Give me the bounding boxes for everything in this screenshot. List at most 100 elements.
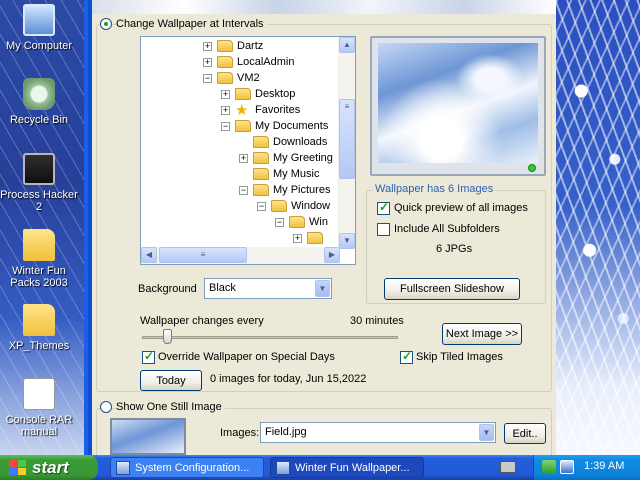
images-select[interactable]: Field.jpg ▼ [260, 422, 496, 443]
tree-item-label: Window [291, 200, 331, 212]
chevron-down-icon[interactable]: ▼ [479, 424, 494, 441]
scroll-h-thumb[interactable]: ≡ [159, 247, 247, 263]
preview-image [378, 43, 538, 163]
task-winter-fun-wallpaper[interactable]: Winter Fun Wallpaper... [270, 457, 424, 478]
collapse-icon[interactable]: − [257, 202, 266, 211]
override-checkbox[interactable] [142, 349, 155, 364]
images-label: Images: [220, 427, 260, 439]
still-image-radio-label: Show One Still Image [116, 401, 225, 413]
interval-value: 30 minutes [350, 315, 404, 327]
folder-icon [217, 40, 233, 52]
chevron-down-icon[interactable]: ▼ [315, 280, 330, 297]
expand-icon[interactable]: + [203, 58, 212, 67]
jpg-count: 6 JPGs [436, 243, 473, 255]
start-button[interactable]: start [0, 455, 98, 480]
folder-icon [307, 232, 323, 244]
collapse-icon[interactable]: − [239, 186, 248, 195]
scroll-down-button[interactable]: ▼ [339, 233, 355, 249]
task-label: System Configuration... [135, 462, 250, 474]
fullscreen-slideshow-button[interactable]: Fullscreen Slideshow [384, 278, 520, 300]
header-image-strip [92, 0, 556, 14]
scroll-right-button[interactable]: ▶ [324, 247, 340, 263]
tree-item-label: My Music [273, 168, 320, 180]
background-label: Background [138, 283, 197, 295]
expand-icon[interactable]: + [221, 106, 230, 115]
tree-item-label: Downloads [273, 136, 328, 148]
recycle-bin-icon [23, 78, 55, 110]
today-button[interactable]: Today [140, 370, 202, 391]
background-select[interactable]: Black ▼ [204, 278, 332, 299]
folder-icon [235, 88, 251, 100]
tree-item-label: LocalAdmin [237, 56, 295, 68]
tree-item-label: Dartz [237, 40, 264, 52]
expand-icon[interactable]: + [221, 90, 230, 99]
folder-tree[interactable]: + Dartz + LocalAdmin − VM2 + Desktop + ★ Favorites… [140, 36, 356, 265]
keyboard-icon[interactable] [500, 461, 516, 473]
collapse-icon[interactable]: − [203, 74, 212, 83]
desktop-icon-process-hacker[interactable]: Process Hacker 2 [0, 153, 78, 213]
tree-horizontal-scrollbar[interactable]: ◀ ≡ ▶ [141, 247, 340, 264]
desktop-icon-xp-themes[interactable]: XP_Themes [0, 304, 78, 352]
scroll-left-button[interactable]: ◀ [141, 247, 157, 263]
interval-slider-thumb[interactable] [163, 329, 172, 344]
desktop-background-right [556, 0, 640, 455]
desktop-icon-label: XP_Themes [8, 340, 70, 352]
desktop-icon-winter-fun-packs[interactable]: Winter Fun Packs 2003 [0, 229, 78, 289]
tree-item-label: Desktop [255, 88, 296, 100]
clock[interactable]: 1:39 AM [584, 460, 624, 472]
image-count-heading: Wallpaper has 6 Images [373, 183, 496, 195]
interval-slider-track[interactable] [142, 336, 398, 339]
desktop-icon-label: Process Hacker 2 [0, 189, 78, 213]
tree-item-label: Favorites [255, 104, 301, 116]
images-value: Field.jpg [265, 426, 307, 438]
tree-vertical-scrollbar[interactable]: ▲ ≡ ▼ [338, 37, 355, 249]
folder-icon [235, 120, 251, 132]
expand-icon[interactable]: + [293, 234, 302, 243]
background-value: Black [209, 282, 236, 294]
still-image-thumbnail [110, 418, 186, 455]
network-icon[interactable] [542, 460, 556, 474]
scroll-thumb[interactable]: ≡ [339, 99, 355, 179]
interval-radio-label: Change Wallpaper at Intervals [116, 18, 267, 30]
desktop-icon-label: Console RAR manual [5, 414, 73, 438]
system-tray: 1:39 AM [533, 455, 640, 480]
folder-icon [253, 152, 269, 164]
scroll-up-button[interactable]: ▲ [339, 37, 355, 53]
still-image-radio[interactable] [100, 401, 112, 413]
collapse-icon[interactable]: − [221, 122, 230, 131]
skip-tiled-checkbox[interactable] [400, 349, 413, 364]
override-label: Override Wallpaper on Special Days [158, 351, 335, 363]
windows-flag-icon [9, 460, 26, 475]
start-label: start [32, 458, 69, 477]
desktop-icon-console-rar[interactable]: Console RAR manual [0, 378, 78, 438]
tree-item-label: VM2 [237, 72, 260, 84]
system-configuration-icon [116, 461, 130, 475]
include-subfolders-checkbox[interactable] [377, 223, 390, 236]
star-icon: ★ [235, 102, 249, 119]
quick-preview-checkbox[interactable] [377, 200, 390, 215]
next-image-button[interactable]: Next Image >> [442, 323, 522, 345]
edit-button[interactable]: Edit.. [504, 423, 546, 444]
my-computer-icon [23, 4, 55, 36]
wallpaper-panel: Change Wallpaper at Intervals + Dartz + Loc… [92, 0, 556, 468]
task-system-configuration[interactable]: System Configuration... [110, 457, 264, 478]
desktop-icon-label: Recycle Bin [9, 114, 69, 126]
expand-icon[interactable]: + [203, 42, 212, 51]
skip-tiled-label: Skip Tiled Images [416, 351, 503, 363]
quick-preview-label: Quick preview of all images [394, 202, 528, 214]
tree-item-label: My Documents [255, 120, 329, 132]
desktop-icon-my-computer[interactable]: My Computer [0, 4, 78, 52]
today-status: 0 images for today, Jun 15,2022 [210, 373, 367, 385]
folder-icon [271, 200, 287, 212]
folder-icon [289, 216, 305, 228]
monitor-icon[interactable] [560, 460, 574, 474]
collapse-icon[interactable]: − [275, 218, 284, 227]
wallpaper-app-icon [276, 461, 290, 475]
desktop-icon-label: Winter Fun Packs 2003 [10, 265, 68, 289]
folder-icon [253, 136, 269, 148]
interval-radio[interactable] [100, 18, 112, 30]
folder-icon [253, 168, 269, 180]
wallpaper-preview[interactable] [370, 36, 546, 176]
desktop-icon-recycle-bin[interactable]: Recycle Bin [0, 78, 78, 126]
expand-icon[interactable]: + [239, 154, 248, 163]
